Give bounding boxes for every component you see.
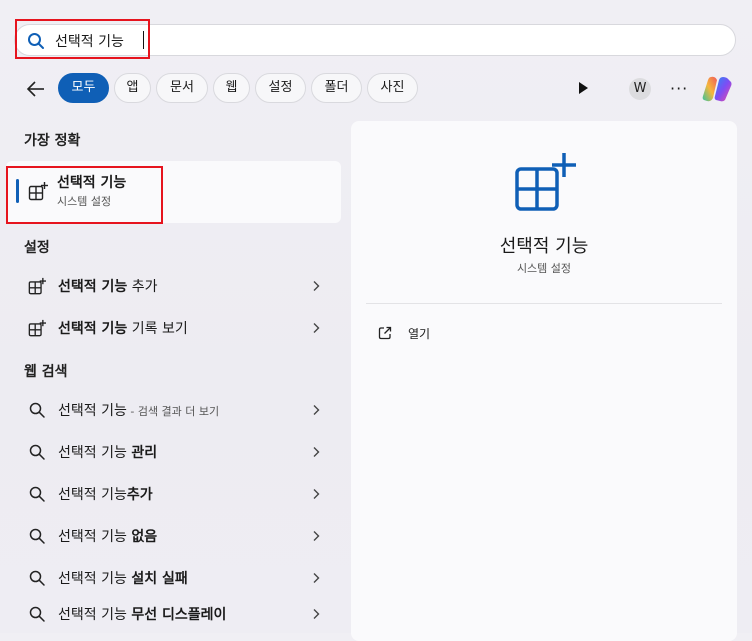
item-bold-text: 관리 (131, 445, 158, 461)
item-text: 선택적 기능 (58, 571, 132, 587)
more-options-icon[interactable]: ··· (670, 79, 688, 98)
list-item-web-4[interactable]: 선택적 기능 설치 실패 (14, 560, 336, 596)
item-text: 선택적 기능 (58, 403, 127, 419)
selection-indicator (16, 179, 19, 203)
chevron-right-icon (313, 573, 320, 583)
search-icon (29, 570, 45, 586)
play-icon[interactable] (579, 82, 588, 94)
chevron-right-icon (313, 281, 320, 291)
best-match-subtitle: 시스템 설정 (57, 195, 112, 208)
list-item-settings-history[interactable]: 선택적 기능 기록 보기 (14, 310, 336, 346)
search-input[interactable]: 선택적 기능 (55, 31, 124, 51)
item-bold-text: 없음 (131, 529, 158, 545)
chevron-right-icon (313, 531, 320, 541)
back-arrow-icon[interactable] (26, 79, 46, 99)
section-title-settings: 설정 (24, 240, 50, 256)
optional-features-icon (28, 277, 46, 295)
search-icon (29, 402, 45, 418)
chevron-right-icon (313, 405, 320, 415)
search-icon (29, 606, 45, 622)
chevron-right-icon (313, 323, 320, 333)
avatar[interactable]: W (629, 78, 651, 100)
search-bar[interactable]: 선택적 기능 (14, 24, 736, 56)
item-text: 기록 보기 (127, 321, 188, 337)
item-hint: - 검색 결과 더 보기 (126, 405, 220, 418)
optional-features-icon (515, 153, 576, 211)
filter-chip-settings[interactable]: 설정 (255, 73, 306, 103)
chevron-right-icon (313, 447, 320, 457)
optional-features-icon (28, 182, 48, 201)
open-action-label[interactable]: 열기 (408, 325, 430, 342)
search-icon (29, 528, 45, 544)
item-bold-text: 선택적 기능 (58, 321, 128, 337)
item-text: 선택적 기능 (58, 487, 127, 503)
item-text: 선택적 기능 (58, 529, 132, 545)
filter-bar: 모두 앱 문서 웹 설정 폴더 사진 W ··· (0, 73, 752, 105)
item-bold-text: 추가 (126, 487, 153, 503)
best-match-item[interactable] (6, 161, 341, 223)
detail-title: 선택적 기능 (499, 236, 589, 257)
chevron-right-icon (313, 609, 320, 619)
item-bold-text: 선택적 기능 (58, 279, 128, 295)
text-caret (143, 31, 144, 49)
filter-chip-apps[interactable]: 앱 (114, 73, 151, 103)
optional-features-icon (28, 319, 46, 337)
filter-chip-all[interactable]: 모두 (58, 73, 109, 103)
list-item-web-5[interactable]: 선택적 기능 무선 디스플레이 (14, 596, 336, 632)
detail-subtitle: 시스템 설정 (516, 262, 572, 275)
search-icon (28, 33, 44, 49)
divider (366, 303, 722, 304)
open-external-icon[interactable] (378, 326, 392, 340)
section-title-best-match: 가장 정확 (24, 133, 81, 149)
filter-chip-web[interactable]: 웹 (213, 73, 250, 103)
filter-chip-folders[interactable]: 폴더 (311, 73, 362, 103)
item-bold-text: 무선 디스플레이 (131, 607, 227, 623)
list-item-settings-add[interactable]: 선택적 기능 추가 (14, 268, 336, 304)
detail-pane: 선택적 기능 시스템 설정 열기 (351, 121, 737, 641)
filter-chip-documents[interactable]: 문서 (156, 73, 208, 103)
list-item-web-1[interactable]: 선택적 기능 관리 (14, 434, 336, 470)
search-icon (29, 486, 45, 502)
section-title-web-search: 웹 검색 (24, 364, 68, 380)
chevron-right-icon (313, 489, 320, 499)
item-text: 선택적 기능 (58, 607, 132, 623)
item-text: 선택적 기능 (58, 445, 132, 461)
search-icon (29, 444, 45, 460)
list-item-web-2[interactable]: 선택적 기능추가 (14, 476, 336, 512)
best-match-title: 선택적 기능 (57, 175, 127, 191)
list-item-web-0[interactable]: 선택적 기능 - 검색 결과 더 보기 (14, 392, 336, 428)
copilot-icon[interactable] (701, 74, 733, 104)
filter-chip-photos[interactable]: 사진 (367, 73, 418, 103)
item-bold-text: 설치 실패 (131, 571, 188, 587)
item-text: 추가 (127, 279, 158, 295)
list-item-web-3[interactable]: 선택적 기능 없음 (14, 518, 336, 554)
